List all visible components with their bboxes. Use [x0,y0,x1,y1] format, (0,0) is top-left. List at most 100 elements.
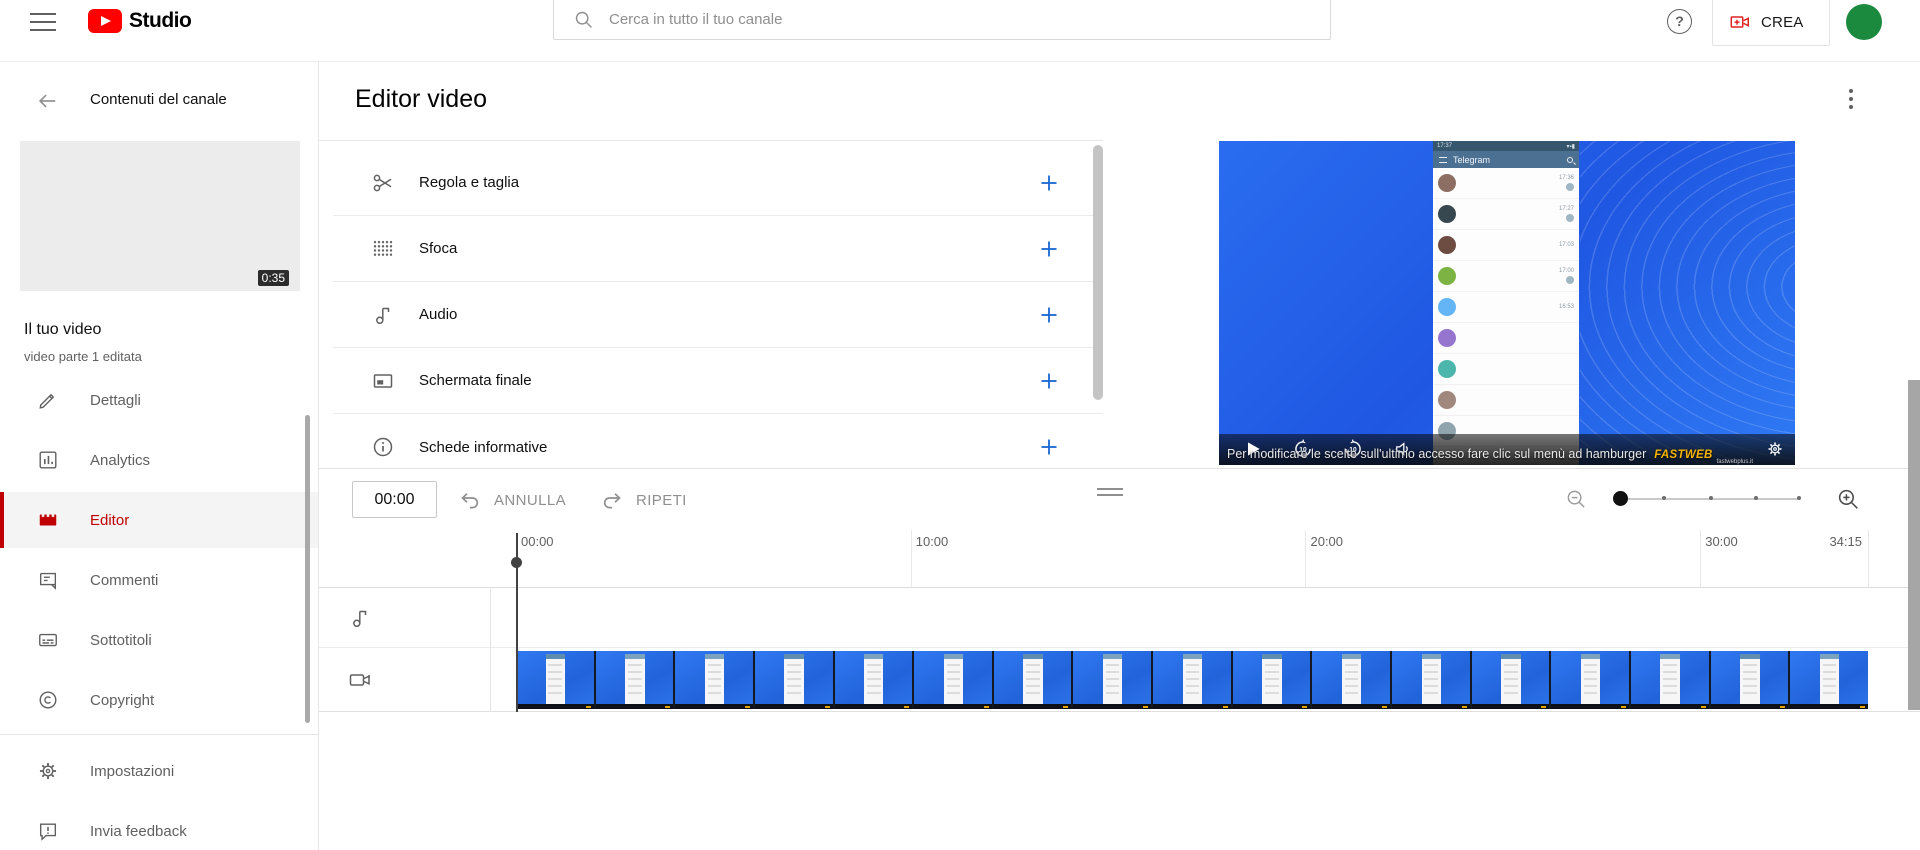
zoom-slider-tick [1754,496,1758,500]
video-segment[interactable] [1790,651,1868,709]
zoom-out-icon[interactable] [1565,488,1588,511]
playhead-handle[interactable] [511,557,522,568]
phone-search-icon [1567,157,1573,163]
video-segment[interactable] [1711,651,1789,709]
video-background-waves [1580,141,1795,465]
zoom-in-icon[interactable] [1836,487,1861,512]
add-tool-icon[interactable] [1037,435,1061,459]
search-input[interactable] [609,11,1249,28]
add-tool-icon[interactable] [1037,237,1061,261]
ruler-gridline [1305,530,1306,588]
ruler-tick-label: 20:00 [1310,534,1343,549]
phone-status-bar: 17:37▾▪▮ [1433,141,1579,151]
add-tool-icon[interactable] [1037,171,1061,195]
chat-row: 16:53 [1433,292,1579,323]
video-segment[interactable] [675,651,753,709]
sidebar-item-commenti[interactable]: Commenti [0,552,318,608]
chat-row [1433,323,1579,354]
video-segment[interactable] [994,651,1072,709]
account-avatar[interactable] [1846,4,1882,40]
video-thumbnail[interactable]: 0:35 [20,141,300,291]
redo-icon [600,488,624,512]
video-segment[interactable] [914,651,992,709]
tool-row-schede-informative[interactable]: Schede informative [333,414,1103,468]
sidebar-item-copyright[interactable]: Copyright [0,672,318,728]
end-screen-icon [371,369,395,393]
crea-button[interactable]: CREA [1712,0,1830,46]
svg-text:10: 10 [1299,447,1307,454]
timecode-input[interactable] [353,482,436,517]
video-segment[interactable] [1631,651,1709,709]
crea-button-label: CREA [1761,14,1803,31]
chat-row [1433,385,1579,416]
audio-track-row[interactable] [319,589,1920,648]
back-arrow-icon[interactable] [36,90,58,112]
zoom-slider-tick [1709,496,1713,500]
undo-icon [458,488,482,512]
sidebar-item-analytics[interactable]: Analytics [0,432,318,488]
tool-row-regola-e-taglia[interactable]: Regola e taglia [333,150,1103,216]
video-segment[interactable] [1472,651,1550,709]
rewind-10-icon[interactable]: 10 [1293,439,1313,459]
feedback-icon [37,820,59,842]
video-segment[interactable] [1153,651,1231,709]
play-icon[interactable] [1243,439,1263,459]
sidebar-item-impostazioni[interactable]: Impostazioni [0,743,318,799]
zoom-slider-tick [1662,496,1666,500]
timeline-resize-handle[interactable] [1097,488,1123,497]
sidebar-back-label[interactable]: Contenuti del canale [90,91,227,108]
phone-app-title: Telegram [1453,155,1561,165]
studio-logo-text: Studio [129,9,191,33]
page-scrollbar[interactable] [1908,380,1920,710]
sidebar-item-invia-feedback[interactable]: Invia feedback [0,803,318,850]
tools-scrollbar[interactable] [1093,145,1103,400]
editor-tools-panel: Regola e taglia Sfoca Audio [319,140,1103,468]
hamburger-menu-icon[interactable] [30,13,56,31]
add-tool-icon[interactable] [1037,303,1061,327]
sidebar-item-editor[interactable]: Editor [0,492,318,548]
video-segment[interactable] [835,651,913,709]
youtube-play-icon [88,9,122,33]
pencil-icon [37,389,59,411]
video-segment[interactable] [1392,651,1470,709]
blur-icon [371,237,395,261]
sidebar-item-dettagli[interactable]: Dettagli [0,372,318,428]
video-segment[interactable] [1073,651,1151,709]
svg-text:10: 10 [1349,447,1357,454]
video-segment[interactable] [1233,651,1311,709]
youtube-studio-logo[interactable]: Studio [88,9,191,33]
search-icon [573,9,594,30]
sidebar-scrollbar[interactable] [305,415,310,723]
tool-row-audio[interactable]: Audio [333,282,1103,348]
zoom-slider-thumb[interactable] [1613,491,1628,506]
video-segment[interactable] [516,651,594,709]
video-preview-player[interactable]: 17:37▾▪▮ Telegram 17:36 17:27 17:03 17:0… [1219,141,1795,465]
video-segment[interactable] [596,651,674,709]
video-track-camera-icon [348,668,372,692]
forward-10-icon[interactable]: 10 [1343,439,1363,459]
tool-row-schermata-finale[interactable]: Schermata finale [333,348,1103,414]
video-segment[interactable] [1312,651,1390,709]
timeline-ruler[interactable]: 00:0010:0020:0030:0034:15 [319,530,1920,588]
add-tool-icon[interactable] [1037,369,1061,393]
timeline-zoom-slider[interactable] [1614,498,1800,500]
help-icon[interactable]: ? [1667,9,1692,34]
undo-button[interactable]: ANNULLA [458,488,566,512]
sidebar-item-sottotitoli[interactable]: Sottotitoli [0,612,318,668]
player-settings-gear-icon[interactable] [1765,439,1785,459]
redo-button[interactable]: RIPETI [600,488,687,512]
more-options-kebab-icon[interactable] [1842,88,1860,112]
volume-icon[interactable] [1393,439,1413,459]
copyright-icon [37,689,59,711]
channel-search-bar[interactable] [553,0,1331,40]
video-segment[interactable] [755,651,833,709]
ruler-gridline [1700,530,1701,588]
sidebar-divider [0,734,318,735]
tool-row-sfoca[interactable]: Sfoca [333,216,1103,282]
undo-label: ANNULLA [494,492,566,509]
zoom-slider-tick [1797,496,1801,500]
page-title: Editor video [355,85,487,114]
timecode-box[interactable] [352,481,437,518]
youtube-studio-editor-page: Studio ? CREA Contenuti del canal [0,0,1920,850]
video-segment[interactable] [1551,651,1629,709]
